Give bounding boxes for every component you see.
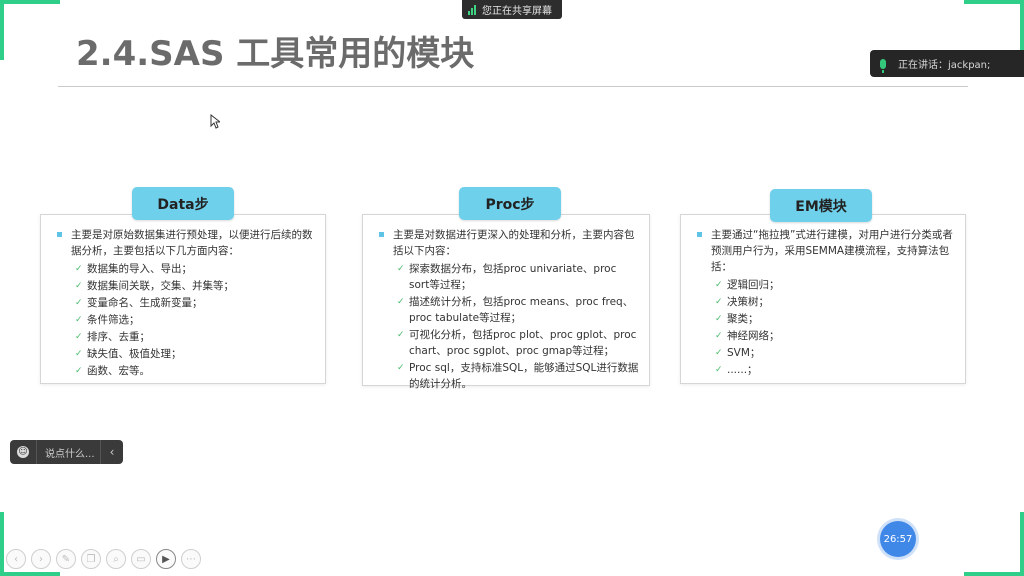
list-item: ✓ 条件筛选；	[75, 314, 140, 326]
presentation-toolbar: ‹ › ✎ ❐ ⌕ ▭ ▶ ⋯	[6, 549, 201, 569]
list-item: ✓ 神经网络；	[715, 330, 780, 342]
list-item: ✓ 探索数据分布，包括proc univariate、proc sort等过程；	[397, 263, 617, 291]
card-list: ✓ 逻辑回归； ✓ 决策树； ✓ 聚类； ✓ 神经网络； ✓ SVM； ✓......；	[697, 277, 955, 378]
prev-icon[interactable]: ‹	[6, 549, 26, 569]
list-item: ✓ 变量命名、生成新变量；	[75, 297, 203, 309]
list-item: ✓ 函数、宏等。	[75, 365, 150, 377]
corner-top-left-h	[0, 0, 60, 4]
list-item: ✓......；	[715, 364, 758, 376]
list-item: ✓ 缺失值、极值处理；	[75, 348, 182, 360]
speaking-label: 正在讲话：jackpan;	[898, 60, 991, 71]
card-list: ✓ 数据集的导入、导出； ✓ 数据集间关联，交集、并集等； ✓ 变量命名、生成新变量；…	[57, 261, 315, 379]
chat-input-bar[interactable]: ☺ 说点什么... ‹	[10, 440, 123, 464]
em-module-card: 主要通过“拖拉拽”式进行建模，对用户进行分类或者预测用户行为，采用SEMMA建模…	[680, 214, 966, 384]
emoji-button[interactable]: ☺	[10, 440, 37, 464]
card-main-text: 主要通过“拖拉拽”式进行建模，对用户进行分类或者预测用户行为，采用SEMMA建模…	[697, 227, 955, 275]
screen-share-banner[interactable]: 您正在共享屏幕	[462, 0, 562, 19]
check-icon: ✓	[715, 314, 723, 324]
check-icon: ✓	[397, 297, 405, 307]
list-item: ✓ 逻辑回归；	[715, 279, 780, 291]
more-icon[interactable]: ⋯	[181, 549, 201, 569]
data-step-tag: Data步	[132, 187, 234, 220]
list-item: ✓ 决策树；	[715, 296, 769, 308]
check-icon: ✓	[397, 363, 405, 373]
card-list: ✓ 探索数据分布，包括proc univariate、proc sort等过程； …	[379, 261, 639, 392]
check-icon: ✓	[715, 348, 723, 358]
check-icon: ✓	[75, 366, 83, 376]
check-icon: ✓	[715, 280, 723, 290]
card-main-text: 主要是对数据进行更深入的处理和分析，主要内容包括以下内容：	[379, 227, 639, 259]
corner-bottom-right-h	[964, 572, 1024, 576]
meeting-timer[interactable]: 26:57	[880, 521, 916, 557]
corner-top-right-h	[964, 0, 1024, 4]
emoji-icon: ☺	[17, 446, 29, 458]
check-icon: ✓	[397, 330, 405, 340]
next-icon[interactable]: ›	[31, 549, 51, 569]
list-item: ✓ 描述统计分析，包括proc means、proc freq、proc tabu…	[397, 296, 634, 324]
zoom-icon[interactable]: ⌕	[106, 549, 126, 569]
check-icon: ✓	[715, 365, 723, 375]
check-icon: ✓	[75, 315, 83, 325]
proc-step-tag: Proc步	[459, 187, 561, 220]
slide-title: 2.4.SAS 工具常用的模块	[76, 34, 475, 74]
video-icon[interactable]: ▶	[156, 549, 176, 569]
signal-icon	[468, 4, 476, 15]
check-icon: ✓	[397, 264, 405, 274]
check-icon: ✓	[715, 297, 723, 307]
collapse-chat-button[interactable]: ‹	[100, 440, 123, 464]
list-item: ✓ 排序、去重；	[75, 331, 150, 343]
em-module-tag: EM模块	[770, 189, 872, 222]
check-icon: ✓	[75, 298, 83, 308]
corner-top-left	[0, 0, 4, 60]
mouse-cursor-icon	[210, 114, 220, 129]
title-divider	[58, 86, 968, 87]
check-icon: ✓	[75, 332, 83, 342]
corner-bottom-left	[0, 512, 4, 576]
check-icon: ✓	[75, 264, 83, 274]
check-icon: ✓	[75, 349, 83, 359]
chat-input[interactable]: 说点什么...	[37, 445, 100, 460]
pen-icon[interactable]: ✎	[56, 549, 76, 569]
data-step-card: 主要是对原始数据集进行预处理，以便进行后续的数据分析，主要包括以下几方面内容： …	[40, 214, 326, 384]
list-item: ✓ 可视化分析，包括proc plot、proc gplot、proc chart…	[397, 329, 637, 357]
corner-bottom-left-h	[0, 572, 60, 576]
list-item: ✓ 数据集间关联，交集、并集等；	[75, 280, 234, 292]
corner-bottom-right	[1020, 512, 1024, 576]
copy-icon[interactable]: ❐	[81, 549, 101, 569]
check-icon: ✓	[715, 331, 723, 341]
speaking-indicator: 正在讲话：jackpan;	[870, 50, 1024, 77]
share-banner-text: 您正在共享屏幕	[482, 6, 552, 17]
check-icon: ✓	[75, 281, 83, 291]
proc-step-card: 主要是对数据进行更深入的处理和分析，主要内容包括以下内容： ✓ 探索数据分布，包括…	[362, 214, 650, 390]
list-item: ✓ Proc sql，支持标准SQL，能够通过SQL进行数据的统计分析。	[397, 362, 639, 390]
screen-icon[interactable]: ▭	[131, 549, 151, 569]
list-item: ✓ 聚类；	[715, 313, 759, 325]
microphone-icon	[880, 58, 886, 73]
list-item: ✓ 数据集的导入、导出；	[75, 263, 192, 275]
list-item: ✓ SVM；	[715, 347, 761, 359]
card-main-text: 主要是对原始数据集进行预处理，以便进行后续的数据分析，主要包括以下几方面内容：	[57, 227, 315, 259]
